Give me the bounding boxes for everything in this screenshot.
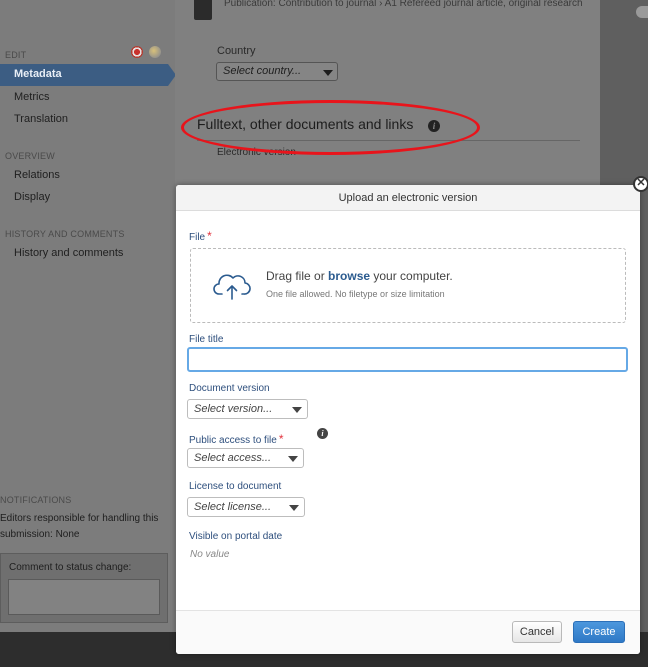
chevron-down-icon [323,70,333,76]
dialog-footer: Cancel Create [176,610,640,654]
sidebar-item-translation[interactable]: Translation [14,113,68,125]
drop-hint: One file allowed. No filetype or size li… [266,289,445,299]
globe-flag-icon[interactable] [149,46,161,58]
scroll-toggle[interactable] [636,6,648,18]
public-access-value: Select access... [194,452,272,464]
license-select[interactable]: Select license... [187,497,305,517]
uk-flag-icon[interactable] [131,46,143,58]
document-version-label: Document version [189,383,270,394]
country-select-value: Select country... [223,65,302,77]
notifications-text: Editors responsible for handling this su… [0,513,159,540]
required-mark: * [207,229,212,243]
public-access-label-text: Public access to file [189,435,277,446]
country-label: Country [217,45,256,57]
public-access-select[interactable]: Select access... [187,448,304,468]
sidebar-item-history[interactable]: History and comments [14,247,123,259]
document-version-value: Select version... [194,403,273,415]
dialog-title: Upload an electronic version [176,185,640,211]
upload-dialog: Upload an electronic version File * Drag … [176,185,640,654]
cancel-button[interactable]: Cancel [512,621,562,643]
file-title-label: File title [189,334,224,345]
create-button[interactable]: Create [573,621,625,643]
highlight-ellipse [181,100,480,155]
sidebar: EDIT Metadata Metrics Translation OVERVI… [0,0,176,667]
sidebar-item-metrics[interactable]: Metrics [14,91,49,103]
chevron-down-icon [292,407,302,413]
chevron-down-icon [288,456,298,462]
cloud-upload-icon [213,274,251,300]
drop-prefix: Drag file or [266,269,329,283]
comment-textarea[interactable] [8,579,160,615]
sidebar-heading-overview: OVERVIEW [5,151,55,161]
file-label: File * [189,229,212,243]
sidebar-item-display[interactable]: Display [14,191,50,203]
public-access-label: Public access to file * [189,432,284,446]
license-value: Select license... [194,501,272,513]
visible-date-label: Visible on portal date [189,531,283,542]
document-version-select[interactable]: Select version... [187,399,308,419]
sidebar-heading-history: HISTORY AND COMMENTS [5,229,125,239]
sidebar-item-metadata[interactable]: Metadata [0,64,168,86]
required-mark: * [278,432,284,446]
file-dropzone[interactable]: Drag file or browse your computer. One f… [190,248,626,323]
sidebar-item-relations[interactable]: Relations [14,169,60,181]
sidebar-heading-edit: EDIT [5,50,27,60]
file-title-input[interactable] [187,347,628,372]
publication-icon [194,0,212,20]
comment-panel: Comment to status change: [0,553,168,623]
file-label-text: File [189,232,206,243]
drop-instructions: Drag file or browse your computer. [266,269,453,283]
country-select[interactable]: Select country... [216,62,338,81]
info-icon[interactable]: i [317,428,328,439]
close-icon[interactable]: ✕ [633,176,648,192]
comment-label: Comment to status change: [9,562,132,573]
license-label: License to document [189,481,282,492]
publication-type-text: Publication: Contribution to journal › A… [224,0,583,9]
drop-suffix: your computer. [370,269,453,283]
sidebar-item-label: Metadata [14,68,62,80]
browse-link[interactable]: browse [328,269,370,283]
chevron-down-icon [289,505,299,511]
visible-date-value: No value [190,549,230,560]
notifications-heading: NOTIFICATIONS [0,495,72,505]
